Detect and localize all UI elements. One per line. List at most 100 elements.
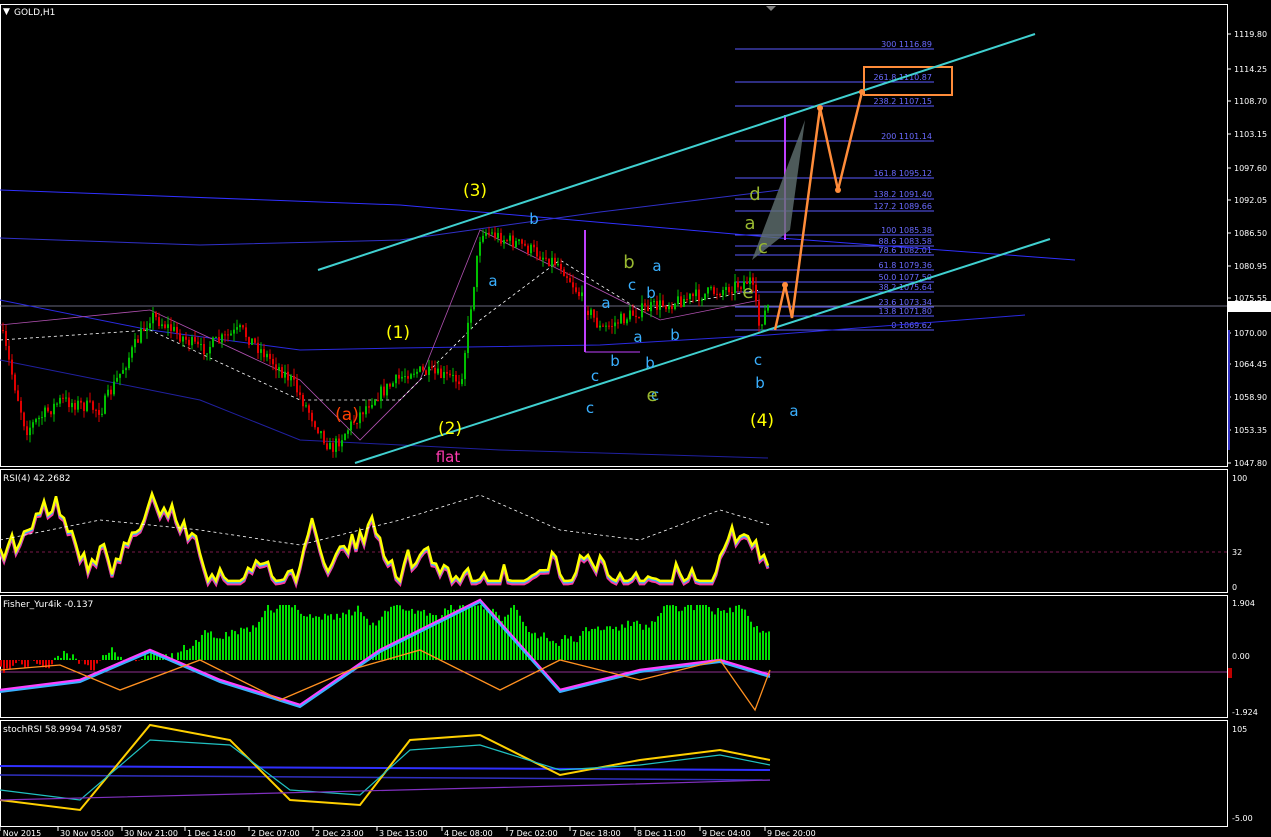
time-tick-label: 8 Dec 11:00 [637, 829, 686, 837]
candle-body [47, 407, 49, 412]
candle-body [443, 372, 445, 378]
candle-body [605, 325, 607, 327]
fisher-bar [234, 631, 236, 660]
candle-body [563, 269, 565, 277]
candle-body [707, 287, 709, 294]
candle-body [23, 412, 25, 427]
price-tick-label: 1114.25 [1234, 65, 1267, 74]
scroll-marker-icon[interactable] [766, 6, 776, 11]
fisher-bar [189, 648, 191, 660]
fisher-bar [612, 629, 614, 660]
fisher-bar [459, 605, 461, 660]
fisher-bar [225, 631, 227, 660]
candle-body [437, 368, 439, 374]
candle-body [422, 366, 424, 371]
candle-body [398, 374, 400, 379]
fisher-bar [414, 613, 416, 660]
candle-body [257, 342, 259, 353]
title-dropdown-icon[interactable]: ▼ [3, 7, 10, 17]
fisher-bar [219, 638, 221, 660]
candle-body [164, 324, 166, 328]
candle-body [755, 284, 757, 302]
candle-body [104, 395, 106, 414]
fib-level-price: 1085.38 [899, 226, 932, 235]
stoch-panel-frame [0, 720, 1228, 827]
candle-body [8, 345, 10, 360]
candle-body [611, 326, 613, 328]
candle-body [320, 431, 322, 434]
fisher-bar [27, 660, 29, 667]
fisher-bar [99, 660, 101, 661]
candle-body [608, 325, 610, 327]
fib-level-price: 1095.12 [899, 169, 932, 178]
candle-body [761, 324, 763, 326]
candle-body [587, 310, 589, 316]
fisher-bar [717, 607, 719, 660]
candle-body [197, 341, 199, 345]
fisher-bar [21, 660, 23, 665]
fisher-bar [546, 637, 548, 660]
fisher-bar [282, 605, 284, 660]
fib-level-price: 1116.89 [899, 40, 932, 49]
candle-body [569, 278, 571, 283]
rsi-indicator: 100 32 0 [0, 474, 1247, 592]
fib-level-percent: 161.8 [873, 169, 898, 178]
candle-body [35, 419, 37, 423]
fib-level-percent: 23.6 [879, 298, 899, 307]
stoch-signal-line [0, 779, 771, 801]
fisher-bar [120, 656, 122, 660]
fisher-bar [471, 606, 473, 660]
candle-body [632, 310, 634, 316]
fisher-bar [102, 655, 104, 660]
candle-body [182, 336, 184, 342]
fisher-bar [192, 645, 194, 660]
candle-body [626, 319, 628, 324]
candle-body [170, 324, 172, 331]
candle-body [377, 400, 379, 402]
fib-level-price: 1091.40 [899, 190, 932, 199]
fisher-bar [729, 607, 731, 660]
candle-body [86, 400, 88, 412]
fisher-bar [684, 606, 686, 660]
candle-body [203, 344, 205, 355]
fisher-bar [258, 621, 260, 660]
fisher-bar [600, 630, 602, 660]
candle-body [113, 381, 115, 395]
current-price-label: 1074.25 [1233, 303, 1266, 312]
fisher-bar [543, 632, 545, 660]
candle-body [227, 334, 229, 336]
candle-body [212, 337, 214, 347]
fisher-bar [588, 631, 590, 660]
fisher-bar [252, 625, 254, 660]
candle-body [506, 240, 508, 242]
candle-body [116, 377, 118, 382]
candle-body [386, 383, 388, 396]
fibonacci-extension: 300 1116.89261.8 1110.87238.2 1107.15200… [735, 40, 953, 331]
fisher-bar [750, 621, 752, 660]
fisher-bar [432, 614, 434, 660]
fisher-bar [648, 627, 650, 660]
candle-body [38, 417, 40, 420]
candle-body [572, 282, 574, 288]
fisher-bar [420, 611, 422, 660]
candle-body [680, 296, 682, 307]
fisher-bar [75, 658, 77, 660]
fisher-bar [549, 641, 551, 660]
candle-body [665, 306, 667, 310]
price-axis: 1119.80 1114.25 1108.70 1103.15 1097.60 1092.… [0, 30, 1271, 468]
fisher-bar [429, 613, 431, 660]
fisher-bar [480, 605, 482, 660]
wave-label: b [623, 252, 634, 273]
candle-body [29, 427, 31, 436]
fisher-bar [417, 610, 419, 660]
stoch-mid-line-2 [0, 774, 771, 781]
candle-body [494, 232, 496, 239]
price-tick-label: 1103.15 [1234, 130, 1267, 139]
fisher-bar [537, 638, 539, 660]
candle-body [533, 244, 535, 248]
candle-body [347, 430, 349, 434]
fisher-bar [453, 609, 455, 660]
fisher-bar [390, 606, 392, 660]
candle-body [233, 329, 235, 334]
candle-body [221, 334, 223, 343]
